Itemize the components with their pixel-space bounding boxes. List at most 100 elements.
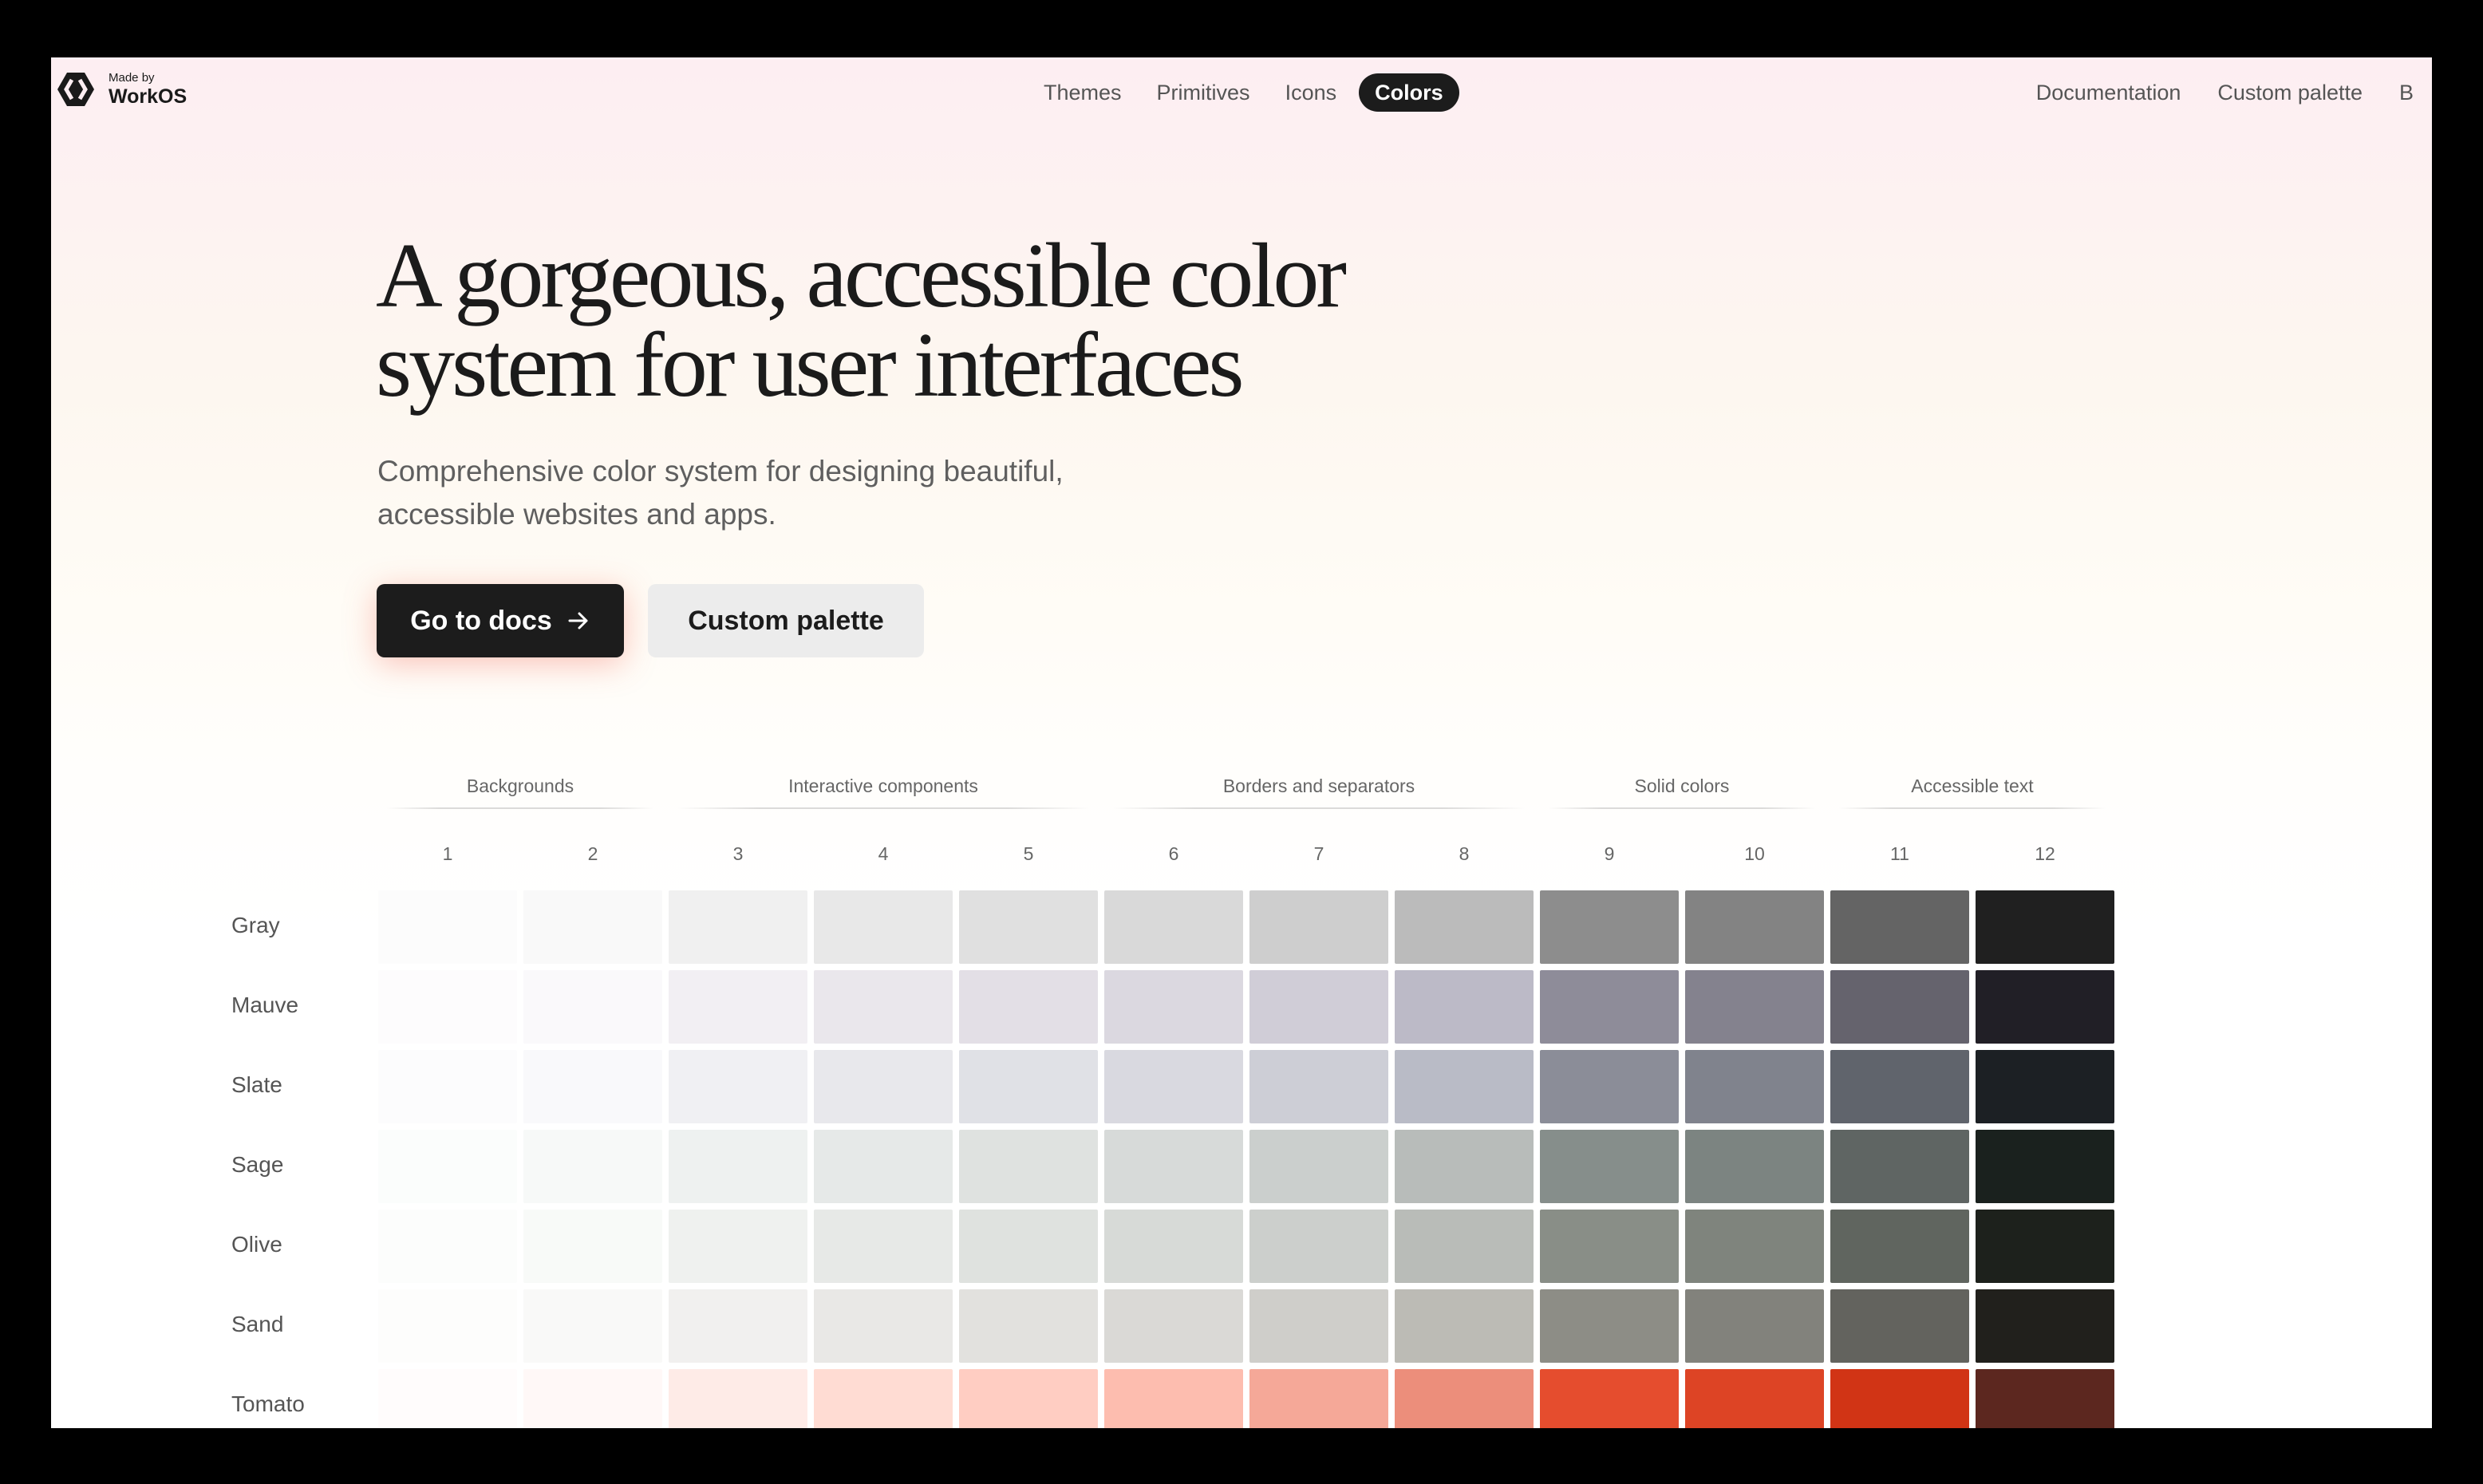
- color-swatch-tomato-4[interactable]: [814, 1369, 953, 1428]
- color-swatch-gray-5[interactable]: [959, 890, 1098, 964]
- color-swatch-tomato-6[interactable]: [1104, 1369, 1243, 1428]
- color-swatch-tomato-9[interactable]: [1540, 1369, 1679, 1428]
- color-swatch-sand-4[interactable]: [814, 1289, 953, 1363]
- color-swatch-mauve-11[interactable]: [1830, 970, 1969, 1044]
- color-swatch-sand-2[interactable]: [523, 1289, 662, 1363]
- color-swatch-sand-10[interactable]: [1685, 1289, 1824, 1363]
- color-swatch-gray-1[interactable]: [378, 890, 517, 964]
- color-swatch-sage-5[interactable]: [959, 1130, 1098, 1203]
- color-swatch-sage-3[interactable]: [669, 1130, 807, 1203]
- color-swatch-tomato-8[interactable]: [1395, 1369, 1534, 1428]
- color-swatch-olive-1[interactable]: [378, 1210, 517, 1283]
- color-swatch-olive-12[interactable]: [1976, 1210, 2114, 1283]
- nav-colors[interactable]: Colors: [1359, 73, 1459, 112]
- color-swatch-mauve-1[interactable]: [378, 970, 517, 1044]
- step-number: 8: [1459, 843, 1470, 864]
- color-swatch-mauve-9[interactable]: [1540, 970, 1679, 1044]
- custom-palette-button[interactable]: Custom palette: [648, 584, 924, 657]
- page-title: A gorgeous, accessible color system for …: [376, 225, 1347, 416]
- color-swatch-tomato-12[interactable]: [1976, 1369, 2114, 1428]
- color-swatch-slate-8[interactable]: [1395, 1050, 1534, 1123]
- color-swatch-tomato-1[interactable]: [378, 1369, 517, 1428]
- color-swatch-mauve-6[interactable]: [1104, 970, 1243, 1044]
- nav-primitives[interactable]: Primitives: [1139, 73, 1268, 112]
- column-group-label: Borders and separators: [1222, 776, 1415, 796]
- color-swatch-tomato-3[interactable]: [669, 1369, 807, 1428]
- color-swatch-tomato-5[interactable]: [959, 1369, 1098, 1428]
- color-swatch-sage-9[interactable]: [1540, 1130, 1679, 1203]
- color-swatch-tomato-11[interactable]: [1830, 1369, 1969, 1428]
- color-swatch-mauve-8[interactable]: [1395, 970, 1534, 1044]
- color-swatch-gray-6[interactable]: [1104, 890, 1243, 964]
- column-group-label: Backgrounds: [466, 776, 574, 796]
- color-swatch-gray-10[interactable]: [1685, 890, 1824, 964]
- color-swatch-sage-8[interactable]: [1395, 1130, 1534, 1203]
- color-swatch-slate-1[interactable]: [378, 1050, 517, 1123]
- color-swatch-gray-7[interactable]: [1249, 890, 1388, 964]
- color-swatch-olive-6[interactable]: [1104, 1210, 1243, 1283]
- color-swatch-gray-9[interactable]: [1540, 890, 1679, 964]
- color-swatch-sand-3[interactable]: [669, 1289, 807, 1363]
- color-swatch-slate-2[interactable]: [523, 1050, 662, 1123]
- color-swatch-mauve-5[interactable]: [959, 970, 1098, 1044]
- color-swatch-sage-1[interactable]: [378, 1130, 517, 1203]
- color-swatch-sand-7[interactable]: [1249, 1289, 1388, 1363]
- color-swatch-slate-9[interactable]: [1540, 1050, 1679, 1123]
- color-swatch-sage-4[interactable]: [814, 1130, 953, 1203]
- color-swatch-gray-3[interactable]: [669, 890, 807, 964]
- color-swatch-sand-8[interactable]: [1395, 1289, 1534, 1363]
- color-swatch-sage-6[interactable]: [1104, 1130, 1243, 1203]
- color-swatch-slate-12[interactable]: [1976, 1050, 2114, 1123]
- color-swatch-sand-12[interactable]: [1976, 1289, 2114, 1363]
- nav-icons[interactable]: Icons: [1268, 73, 1355, 112]
- go-to-docs-button[interactable]: Go to docs: [377, 584, 624, 657]
- color-swatch-sage-11[interactable]: [1830, 1130, 1969, 1203]
- color-swatch-slate-6[interactable]: [1104, 1050, 1243, 1123]
- color-swatch-olive-7[interactable]: [1249, 1210, 1388, 1283]
- color-swatch-slate-7[interactable]: [1249, 1050, 1388, 1123]
- color-swatch-tomato-2[interactable]: [523, 1369, 662, 1428]
- nav-documentation[interactable]: Documentation: [2018, 73, 2200, 112]
- color-swatch-gray-11[interactable]: [1830, 890, 1969, 964]
- color-swatch-gray-2[interactable]: [523, 890, 662, 964]
- color-swatch-olive-3[interactable]: [669, 1210, 807, 1283]
- color-swatch-slate-4[interactable]: [814, 1050, 953, 1123]
- color-swatch-sage-7[interactable]: [1249, 1130, 1388, 1203]
- workos-logo[interactable]: Made by WorkOS: [56, 70, 187, 109]
- color-swatch-tomato-7[interactable]: [1249, 1369, 1388, 1428]
- color-swatch-mauve-7[interactable]: [1249, 970, 1388, 1044]
- color-swatch-sage-12[interactable]: [1976, 1130, 2114, 1203]
- color-swatch-tomato-10[interactable]: [1685, 1369, 1824, 1428]
- color-swatch-sand-1[interactable]: [378, 1289, 517, 1363]
- color-swatch-sage-10[interactable]: [1685, 1130, 1824, 1203]
- nav-custom-palette[interactable]: Custom palette: [2199, 73, 2381, 112]
- color-swatch-gray-8[interactable]: [1395, 890, 1534, 964]
- color-swatch-slate-11[interactable]: [1830, 1050, 1969, 1123]
- color-swatch-olive-4[interactable]: [814, 1210, 953, 1283]
- color-swatch-sage-2[interactable]: [523, 1130, 662, 1203]
- color-swatch-mauve-4[interactable]: [814, 970, 953, 1044]
- color-swatch-gray-12[interactable]: [1976, 890, 2114, 964]
- color-swatch-slate-10[interactable]: [1685, 1050, 1824, 1123]
- color-swatch-sand-9[interactable]: [1540, 1289, 1679, 1363]
- color-swatch-olive-10[interactable]: [1685, 1210, 1824, 1283]
- color-swatch-sand-6[interactable]: [1104, 1289, 1243, 1363]
- workos-logo-icon: [57, 73, 94, 106]
- color-swatch-slate-3[interactable]: [669, 1050, 807, 1123]
- color-swatch-olive-2[interactable]: [523, 1210, 662, 1283]
- color-swatch-mauve-10[interactable]: [1685, 970, 1824, 1044]
- color-swatch-olive-5[interactable]: [959, 1210, 1098, 1283]
- color-swatch-slate-5[interactable]: [959, 1050, 1098, 1123]
- nav-themes[interactable]: Themes: [1026, 73, 1139, 112]
- color-swatch-olive-9[interactable]: [1540, 1210, 1679, 1283]
- color-swatch-mauve-3[interactable]: [669, 970, 807, 1044]
- color-swatch-mauve-2[interactable]: [523, 970, 662, 1044]
- nav-blog-truncated[interactable]: B: [2381, 73, 2432, 112]
- color-swatch-sand-11[interactable]: [1830, 1289, 1969, 1363]
- color-swatch-sand-5[interactable]: [959, 1289, 1098, 1363]
- color-swatch-olive-8[interactable]: [1395, 1210, 1534, 1283]
- color-swatch-olive-11[interactable]: [1830, 1210, 1969, 1283]
- color-swatch-gray-4[interactable]: [814, 890, 953, 964]
- logo-text: Made by WorkOS: [109, 72, 187, 107]
- color-swatch-mauve-12[interactable]: [1976, 970, 2114, 1044]
